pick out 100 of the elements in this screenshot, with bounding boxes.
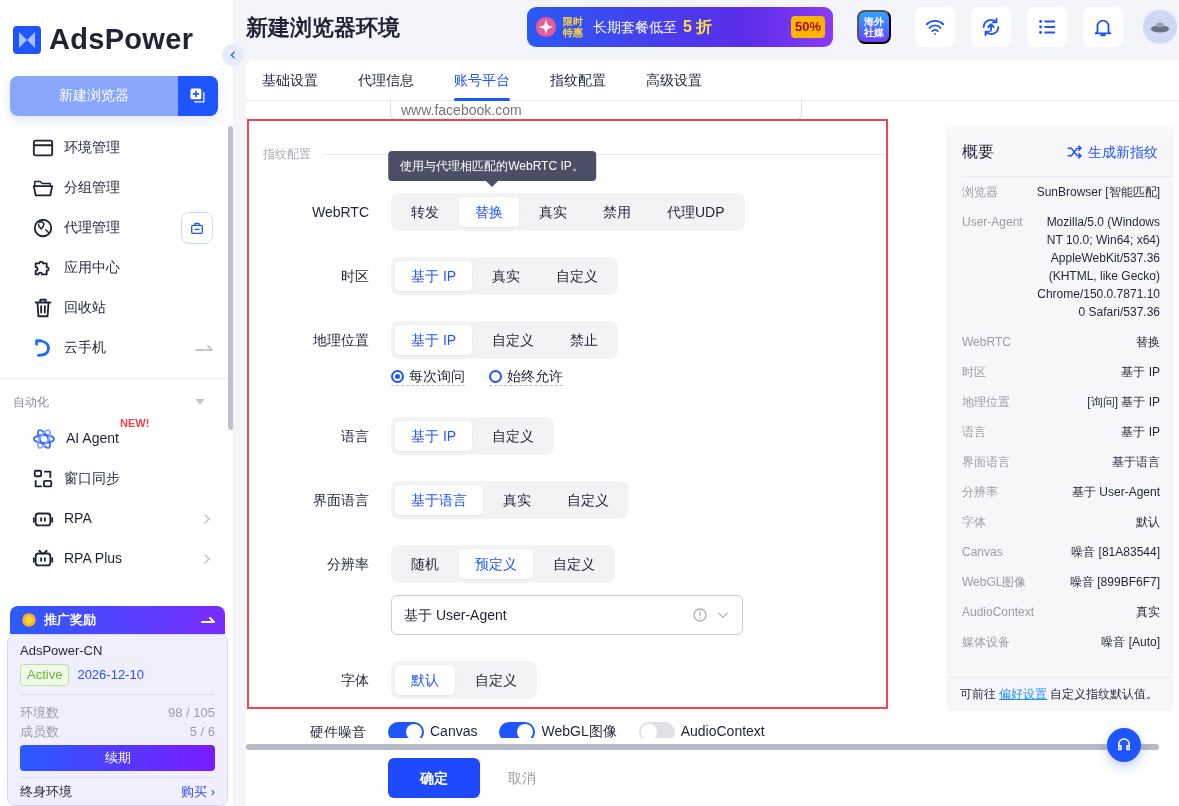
nav-item[interactable]: 云手机 [32,327,195,368]
segment-option[interactable]: 自定义 [540,261,615,291]
confirm-button[interactable]: 确定 [388,758,480,798]
radio-option[interactable]: 始终允许 [489,367,563,386]
collapse-button[interactable] [222,44,244,66]
segment-option[interactable]: 真实 [487,485,547,515]
nav-item[interactable]: RPA [32,498,201,539]
toggle-switch[interactable]: AudioContext [638,721,765,738]
segment-option[interactable]: 预定义 [459,549,533,579]
tab[interactable]: 高级设置 [646,60,702,100]
summary-label: 字体 [962,514,986,531]
new-label: NEW! [120,415,150,431]
toggle-switch[interactable]: WebGL图像 [499,721,617,738]
segment-option[interactable]: 代理UDP [651,197,741,227]
field-label: WebRTC [310,203,369,222]
nav-item[interactable]: 窗口同步 [32,458,213,499]
field-label: 地理位置 [312,331,369,350]
tab[interactable]: 基础设置 [262,60,318,100]
generate-fingerprint-button[interactable]: 生成新指纹 [1066,141,1158,163]
task-list-button[interactable] [1027,7,1067,47]
add-button[interactable] [178,75,218,116]
summary-value: 默认 [1136,514,1160,531]
summary-value: 噪音 [899BF6F7] [1069,574,1160,591]
nav-item[interactable]: 应用中心 [32,247,213,288]
nav-item[interactable]: 环境管理 [32,127,213,168]
tab[interactable]: 指纹配置 [550,60,606,100]
stat-label: 环境数 [20,703,59,722]
field-label: 界面语言 [312,491,369,510]
segment-option[interactable]: 替换 [459,197,519,227]
segment-option[interactable]: 自定义 [551,485,625,515]
nav-item[interactable]: 回收站 [32,287,213,328]
summary-value: SunBrowser [智能匹配] [1036,184,1160,201]
summary-value: 噪音 [81A83544] [1071,544,1160,561]
page-title: 新建浏览器环境 [246,13,401,42]
resolution-select[interactable]: 基于 User-Agent [391,595,743,635]
summary-label: User-Agent [962,214,1023,231]
field-label: 语言 [340,427,369,446]
summary-label: WebGL图像 [962,574,1027,591]
segment-option[interactable]: 自定义 [476,421,551,451]
summary-note: 可前往 偏好设置 自定义指纹默认值。 [946,676,1174,711]
segment-option[interactable]: 真实 [476,261,537,291]
summary-value: 真实 [1136,604,1160,621]
stat-value: 5 / 6 [189,723,215,741]
nav-item[interactable]: AI Agent NEW! [32,418,213,459]
segment-option[interactable]: 基于语言 [395,485,483,515]
window-sync-icon [32,467,54,490]
segment-option[interactable]: 默认 [395,665,455,695]
sync-icon [980,16,1002,38]
segment-option[interactable]: 禁用 [587,197,647,227]
segment-option[interactable]: 真实 [523,197,583,227]
tab[interactable]: 代理信息 [358,60,414,100]
promo-banner[interactable]: 推广奖励 [10,605,225,634]
summary-title: 概要 [962,142,994,162]
proxy-shop-button[interactable] [181,211,213,244]
scrollbar-thumb[interactable] [228,126,233,430]
tooltip: 使用与代理相匹配的WebRTC IP。 [388,151,596,181]
banner-text: 长期套餐低至 [593,17,677,37]
notification-button[interactable] [1083,7,1123,47]
segment-option[interactable]: 禁止 [554,325,615,355]
field-label: 字体 [340,671,369,690]
summary-value: 基于 IP [1121,364,1160,381]
segment-option[interactable]: 自定义 [459,665,533,695]
social-media-button[interactable]: 海外社媒 [857,10,891,44]
user-avatar[interactable] [1143,10,1177,44]
toggle-switch[interactable]: Canvas [388,721,478,738]
renew-button[interactable]: 续期 [20,744,215,771]
atom-icon [32,426,56,451]
segment-option[interactable]: 基于 IP [395,325,473,355]
nav-item[interactable]: 代理管理 [32,207,181,248]
logo-icon [13,25,41,54]
horizontal-scrollbar[interactable] [246,744,1159,750]
summary-value: [询问] 基于 IP [1087,394,1160,411]
radio-option[interactable]: 每次询问 [391,367,465,386]
nav-item[interactable]: 分组管理 [32,167,213,208]
logo-text: AdsPower [49,22,194,57]
discount-badge: 50% [790,16,825,38]
summary-label: 媒体设备 [962,634,1010,651]
buy-link[interactable]: 购买 › [181,781,215,801]
summary-value: Mozilla/5.0 (Windows NT 10.0; Win64; x64) AppleWebKit/537.36 (KHTML, like Gecko) Chrome/150.0.7871.100 Safari/537.36 [1036,214,1160,321]
tab[interactable]: 账号平台 [454,60,510,100]
segment-option[interactable]: 基于 IP [395,261,473,291]
star-icon [535,16,557,38]
banner-tag: 限时特惠 [563,16,587,38]
segment-option[interactable]: 自定义 [476,325,551,355]
nav-item[interactable]: RPA Plus [32,538,201,579]
status-badge: Active [20,664,70,686]
segment-option[interactable]: 随机 [395,549,455,579]
sync-button[interactable] [971,7,1011,47]
radio-button[interactable] [489,369,502,383]
summary-value: 噪音 [Auto] [1101,634,1160,651]
segment-option[interactable]: 基于 IP [395,421,473,451]
network-button[interactable] [915,7,955,47]
segment-option[interactable]: 转发 [395,197,455,227]
globe-pin-icon [32,216,54,239]
section-label: 自动化 [13,393,49,411]
radio-button[interactable] [391,369,404,383]
summary-value: 基于 User-Agent [1071,484,1160,501]
stat-label: 成员数 [20,723,59,741]
segment-option[interactable]: 自定义 [537,549,611,579]
summary-label: 地理位置 [962,394,1010,411]
